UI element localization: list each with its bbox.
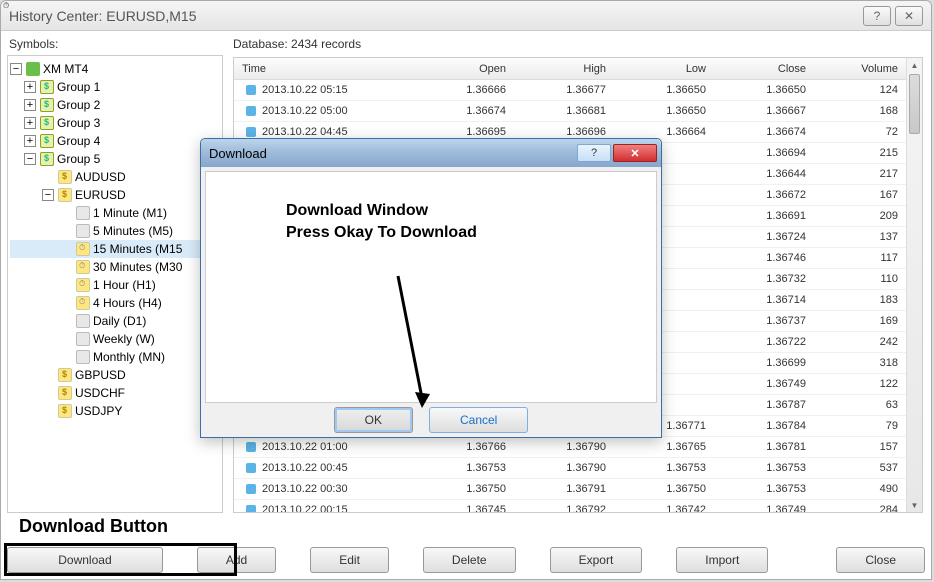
export-button[interactable]: Export [550,547,643,573]
window-title: History Center: EURUSD,M15 [9,8,859,24]
row-icon [246,484,256,494]
database-label: Database: 2434 records [233,37,923,51]
cancel-button[interactable]: Cancel [429,407,528,433]
folder-icon [40,116,54,130]
edit-button[interactable]: Edit [310,547,389,573]
tree-symbol-usdjpy[interactable]: USDJPY [10,402,220,420]
tree-tf-m5[interactable]: 5 Minutes (M5) [10,222,220,240]
tree-tf-d1[interactable]: Daily (D1) [10,312,220,330]
tree-symbol-eurusd[interactable]: −EURUSD [10,186,220,204]
symbols-tree[interactable]: −XM MT4 +Group 1 +Group 2 +Group 3 +Grou… [7,55,223,513]
close-button[interactable]: Close [836,547,925,573]
tree-tf-m30[interactable]: 30 Minutes (M30 [10,258,220,276]
plus-icon[interactable]: + [24,135,36,147]
tree-symbol-audusd[interactable]: AUDUSD [10,168,220,186]
tree-group-2[interactable]: +Group 2 [10,96,220,114]
add-button[interactable]: Add [197,547,276,573]
symbol-icon [58,170,72,184]
row-icon [246,106,256,116]
clock-icon [76,278,90,292]
plus-icon[interactable]: + [24,99,36,111]
tree-symbol-usdchf[interactable]: USDCHF [10,384,220,402]
tree-tf-m1[interactable]: 1 Minute (M1) [10,204,220,222]
folder-icon [40,80,54,94]
header-high[interactable]: High [514,63,614,75]
header-open[interactable]: Open [414,63,514,75]
clock-icon [76,242,90,256]
folder-icon [40,152,54,166]
clock-icon [76,332,90,346]
table-row[interactable]: 2013.10.22 00:151.367451.367921.367421.3… [234,500,906,513]
tree-group-5[interactable]: −Group 5 [10,150,220,168]
plus-icon[interactable]: + [24,81,36,93]
close-icon[interactable]: ✕ [895,6,923,26]
folder-icon [40,134,54,148]
symbol-icon [58,386,72,400]
dialog-title: Download [209,146,575,161]
tree-tf-w[interactable]: Weekly (W) [10,330,220,348]
tree-root[interactable]: −XM MT4 [10,60,220,78]
button-bar: Download Add Edit Delete Export Import C… [7,547,925,573]
titlebar: History Center: EURUSD,M15 ? ✕ [1,1,931,31]
header-volume[interactable]: Volume [814,63,906,75]
scroll-thumb[interactable] [909,74,920,134]
tree-tf-mn[interactable]: Monthly (MN) [10,348,220,366]
dialog-titlebar[interactable]: Download ? ✕ [201,139,661,167]
clock-icon [76,296,90,310]
minus-icon[interactable]: − [10,63,22,75]
row-icon [246,85,256,95]
header-time[interactable]: Time [234,63,414,75]
clock-icon [76,350,90,364]
header-low[interactable]: Low [614,63,714,75]
minus-icon[interactable]: − [24,153,36,165]
table-row[interactable]: 2013.10.22 01:001.367661.367901.367651.3… [234,437,906,458]
dialog-close-icon[interactable]: ✕ [613,144,657,162]
tree-symbol-gbpusd[interactable]: GBPUSD [10,366,220,384]
tree-tf-h4[interactable]: 4 Hours (H4) [10,294,220,312]
scrollbar[interactable]: ▲ ▼ [906,58,922,512]
symbol-icon [58,188,72,202]
tree-group-1[interactable]: +Group 1 [10,78,220,96]
tree-tf-m15[interactable]: 15 Minutes (M15 [10,240,220,258]
import-button[interactable]: Import [676,547,768,573]
dialog-help-icon[interactable]: ? [577,144,611,162]
folder-icon [40,98,54,112]
scroll-up-icon[interactable]: ▲ [907,58,922,72]
symbols-panel: Symbols: −XM MT4 +Group 1 +Group 2 +Grou… [1,31,223,531]
row-icon [246,442,256,452]
symbol-icon [58,404,72,418]
help-icon[interactable]: ? [863,6,891,26]
delete-button[interactable]: Delete [423,547,516,573]
clock-icon [76,260,90,274]
symbol-icon [58,368,72,382]
arrow-icon [390,268,442,413]
clock-icon [76,314,90,328]
mt4-icon [26,62,40,76]
table-header: Time Open High Low Close Volume [234,58,906,80]
clock-icon [76,224,90,238]
plus-icon[interactable]: + [24,117,36,129]
row-icon [246,505,256,513]
scroll-down-icon[interactable]: ▼ [907,498,922,512]
row-icon [246,463,256,473]
table-row[interactable]: 2013.10.22 05:001.366741.366811.366501.3… [234,101,906,122]
table-row[interactable]: 2013.10.22 00:451.367531.367901.367531.3… [234,458,906,479]
annotation-dialog: Download Window Press Okay To Download [286,200,477,243]
table-row[interactable]: 2013.10.22 00:301.367501.367911.367501.3… [234,479,906,500]
row-icon [246,127,256,137]
symbols-label: Symbols: [9,37,223,51]
table-row[interactable]: 2013.10.22 05:151.366661.366771.366501.3… [234,80,906,101]
minus-icon[interactable]: − [42,189,54,201]
clock-icon [76,206,90,220]
tree-group-3[interactable]: +Group 3 [10,114,220,132]
tree-group-4[interactable]: +Group 4 [10,132,220,150]
tree-tf-h1[interactable]: 1 Hour (H1) [10,276,220,294]
download-button[interactable]: Download [7,547,163,573]
annotation-download-button: Download Button [19,516,168,537]
header-close[interactable]: Close [714,63,814,75]
